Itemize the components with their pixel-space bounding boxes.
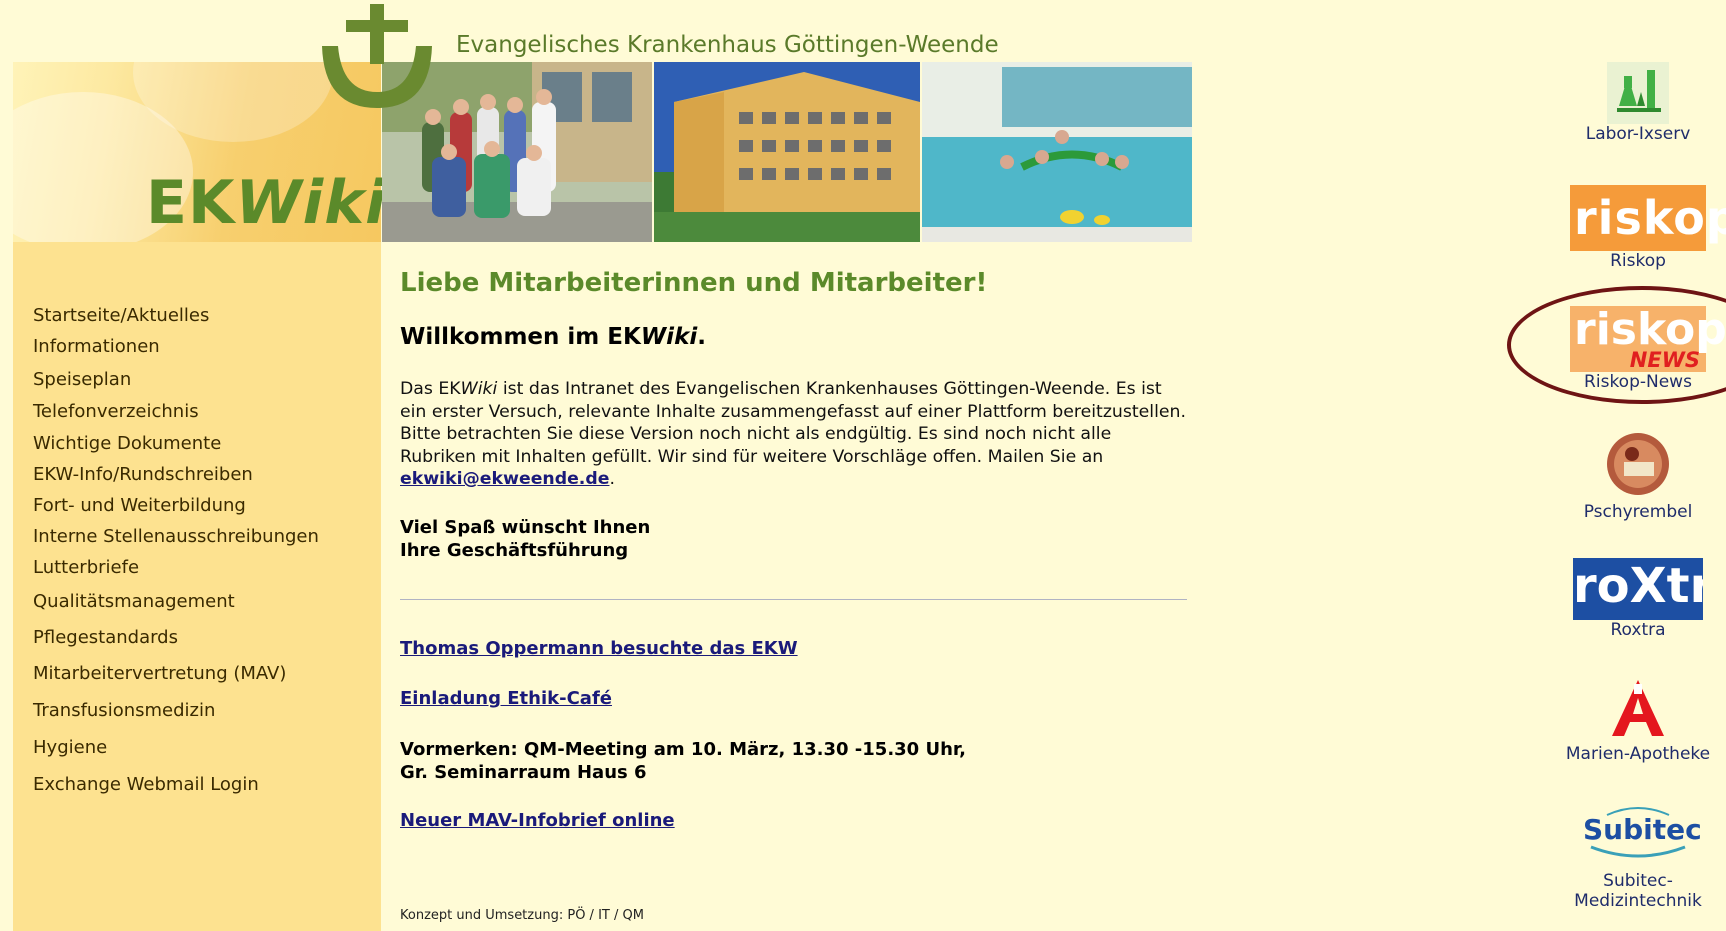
nav-mav[interactable]: Mitarbeitervertretung (MAV) [33, 663, 286, 684]
news-link-oppermann[interactable]: Thomas Oppermann besuchte das EKW [400, 638, 798, 659]
nav-qualitaetsmanagement[interactable]: Qualitätsmanagement [33, 591, 235, 612]
roxtra-link[interactable]: roXtra Roxtra [1528, 558, 1726, 640]
nav-wichtige-dokumente[interactable]: Wichtige Dokumente [33, 433, 221, 454]
nav-hygiene[interactable]: Hygiene [33, 737, 107, 758]
email-link[interactable]: ekwiki@ekweende.de [400, 469, 609, 489]
nav-informationen[interactable]: Informationen [33, 336, 160, 357]
welcome-heading: Willkommen im EKWiki. [400, 324, 706, 350]
nav-speiseplan[interactable]: Speiseplan [33, 369, 131, 390]
hospital-emblem-icon [316, 4, 438, 120]
building-photo [654, 62, 920, 242]
apotheke-icon [1608, 678, 1668, 740]
roxtra-logo: roXtra [1573, 558, 1703, 620]
lab-flask-icon [1607, 62, 1669, 124]
pschyrembel-link[interactable]: Pschyrembel [1528, 432, 1726, 522]
riskop-logo: riskop [1570, 185, 1726, 251]
nav-webmail-login[interactable]: Exchange Webmail Login [33, 774, 259, 795]
news-link-mav-infobrief[interactable]: Neuer MAV-Infobrief online [400, 810, 675, 831]
credits: Konzept und Umsetzung: PÖ / IT / QM [400, 908, 644, 923]
riskop-link[interactable]: riskop Riskop [1528, 185, 1726, 271]
news-link-ethik-cafe[interactable]: Einladung Ethik-Café [400, 688, 612, 709]
nav-lutterbriefe[interactable]: Lutterbriefe [33, 557, 139, 578]
nav-fortbildung[interactable]: Fort- und Weiterbildung [33, 495, 246, 516]
labor-ixserv-link[interactable]: Labor-Ixserv [1528, 62, 1726, 144]
intro-paragraph: Das EKWiki ist das Intranet des Evangeli… [400, 379, 1186, 489]
pschyrembel-icon [1606, 432, 1670, 496]
nav-transfusionsmedizin[interactable]: Transfusionsmedizin [33, 700, 215, 721]
qm-meeting-notice: Vormerken: QM-Meeting am 10. März, 13.30… [400, 739, 966, 783]
page-greeting: Liebe Mitarbeiterinnen und Mitarbeiter! [400, 268, 988, 298]
nav-telefonverzeichnis[interactable]: Telefonverzeichnis [33, 401, 199, 422]
hospital-name: Evangelisches Krankenhaus Göttingen-Ween… [456, 32, 999, 58]
subitec-logo: Subitec [1583, 803, 1702, 861]
nav-pflegestandards[interactable]: Pflegestandards [33, 627, 178, 648]
signoff: Viel Spaß wünscht Ihnen Ihre Geschäftsfü… [400, 517, 651, 561]
subitec-link[interactable]: Subitec Subitec- Medizintechnik [1528, 803, 1726, 911]
marien-apotheke-link[interactable]: Marien-Apotheke [1528, 678, 1726, 764]
divider [400, 599, 1187, 600]
nav-stellenausschreibungen[interactable]: Interne Stellenausschreibungen [33, 526, 319, 547]
pool-photo [922, 62, 1192, 242]
nav-ekw-info[interactable]: EKW-Info/Rundschreiben [33, 464, 253, 485]
ekwiki-logo[interactable]: EKWiki [146, 168, 387, 238]
nav-startseite[interactable]: Startseite/Aktuelles [33, 305, 209, 326]
